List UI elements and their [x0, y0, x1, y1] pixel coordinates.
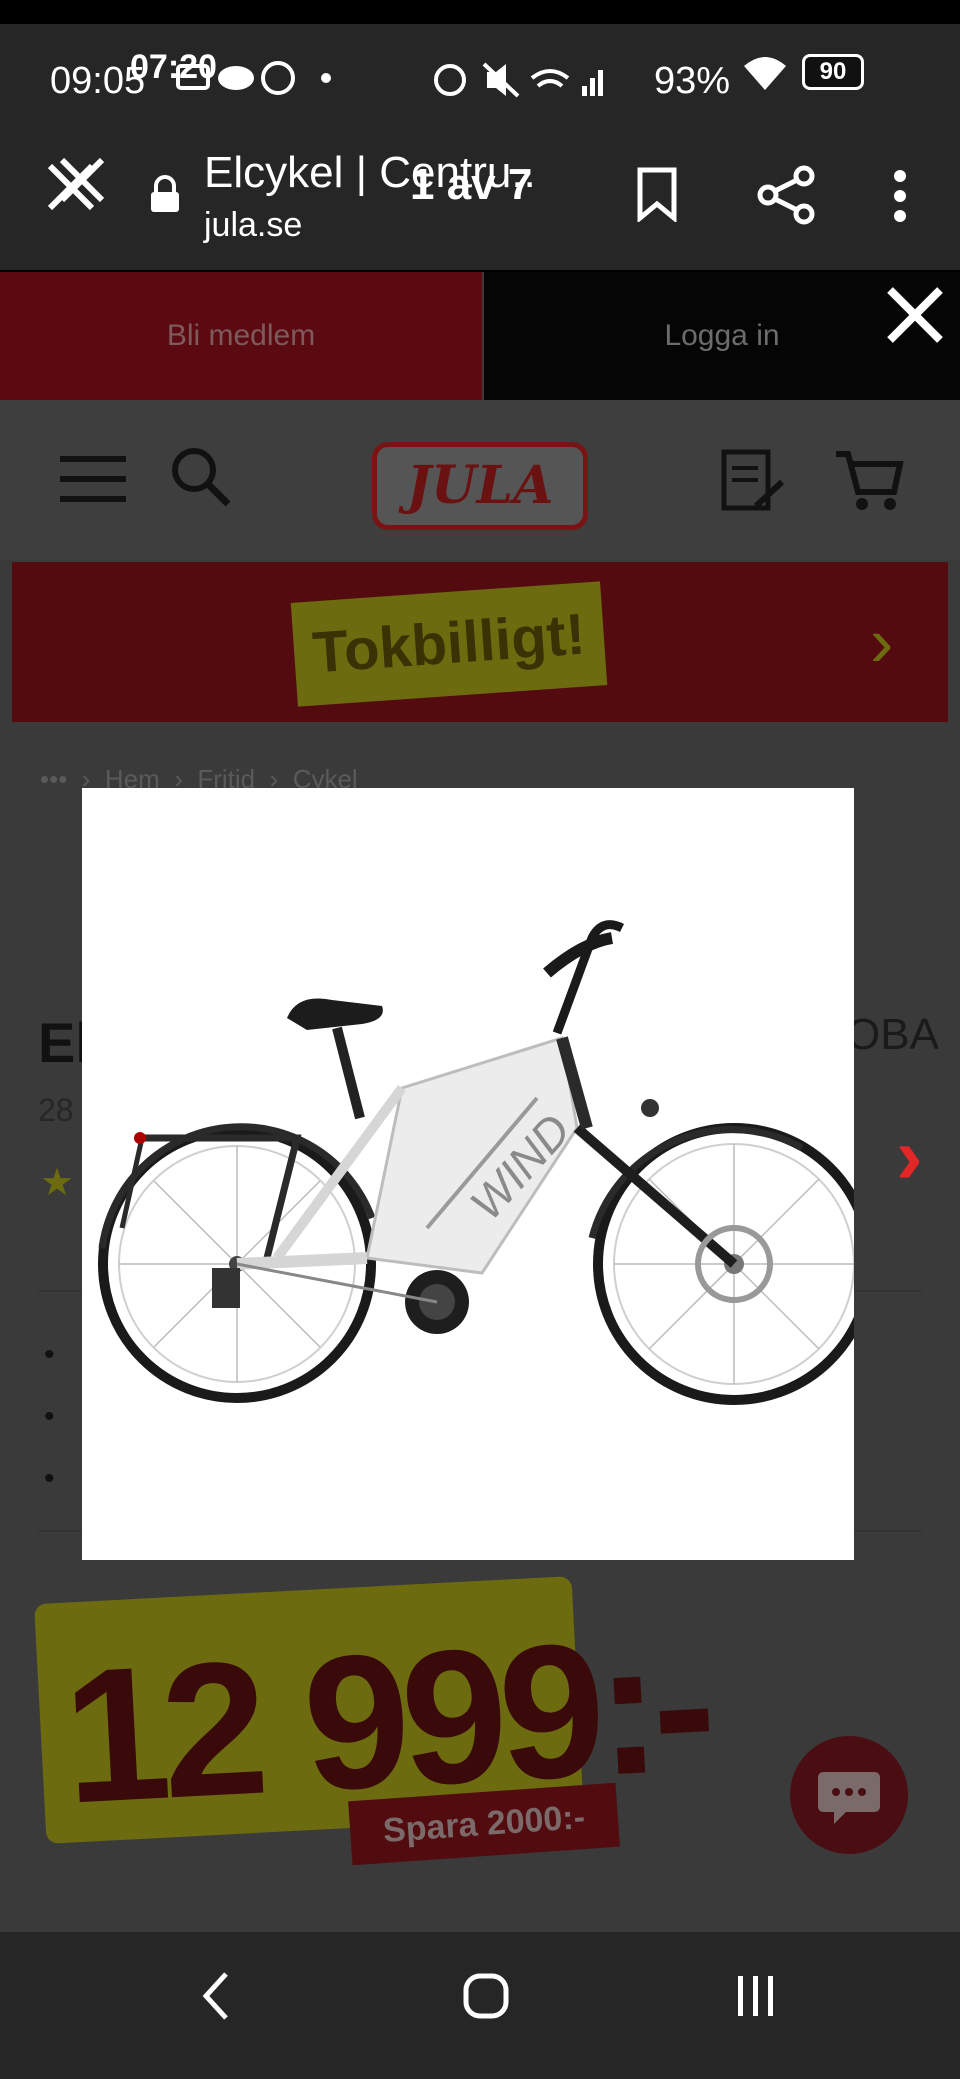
next-image-icon[interactable]: ›	[896, 1110, 923, 1202]
cart-icon[interactable]	[834, 448, 904, 514]
breadcrumb-more[interactable]: •••	[40, 764, 67, 794]
status-icons	[434, 62, 603, 98]
gallery-counter: 1 av 7	[410, 160, 533, 209]
shopping-list-icon[interactable]	[720, 448, 786, 514]
close-tab-icon[interactable]	[40, 152, 110, 222]
list-bullet: •	[44, 1338, 55, 1371]
promo-arrow-icon: ›	[870, 603, 894, 681]
close-gallery-icon[interactable]	[882, 282, 948, 348]
product-photo[interactable]: WIND	[82, 788, 875, 1560]
chat-button[interactable]	[790, 1736, 908, 1854]
bookmark-icon[interactable]	[634, 166, 680, 222]
chat-bubble-icon	[818, 1772, 880, 1824]
list-bullet: •	[44, 1462, 55, 1495]
back-icon[interactable]	[196, 1968, 236, 2024]
search-icon[interactable]	[168, 444, 234, 510]
page-domain[interactable]: jula.se	[204, 206, 302, 245]
wifi-icon	[744, 57, 786, 90]
promo-label: Tokbilligt!	[290, 581, 608, 707]
battery-percent: 93%	[653, 60, 730, 102]
recent-apps-icon[interactable]	[734, 1968, 778, 2024]
lock-icon	[151, 175, 179, 212]
more-menu-icon[interactable]	[890, 168, 910, 224]
battery-badge: 90	[802, 54, 864, 90]
site-logo[interactable]: JULA	[372, 442, 588, 530]
bicycle-image: WIND	[98, 920, 875, 1405]
product-title-end: OBA	[846, 1010, 939, 1059]
share-icon[interactable]	[756, 164, 818, 226]
rating-star-icon: ★	[40, 1162, 75, 1204]
member-link[interactable]: Bli medlem	[0, 272, 482, 400]
list-bullet: •	[44, 1400, 55, 1433]
product-subtitle: 28	[38, 1092, 74, 1128]
hamburger-menu-icon[interactable]	[58, 452, 130, 506]
notification-icons	[176, 61, 331, 95]
home-icon[interactable]	[462, 1968, 510, 2024]
